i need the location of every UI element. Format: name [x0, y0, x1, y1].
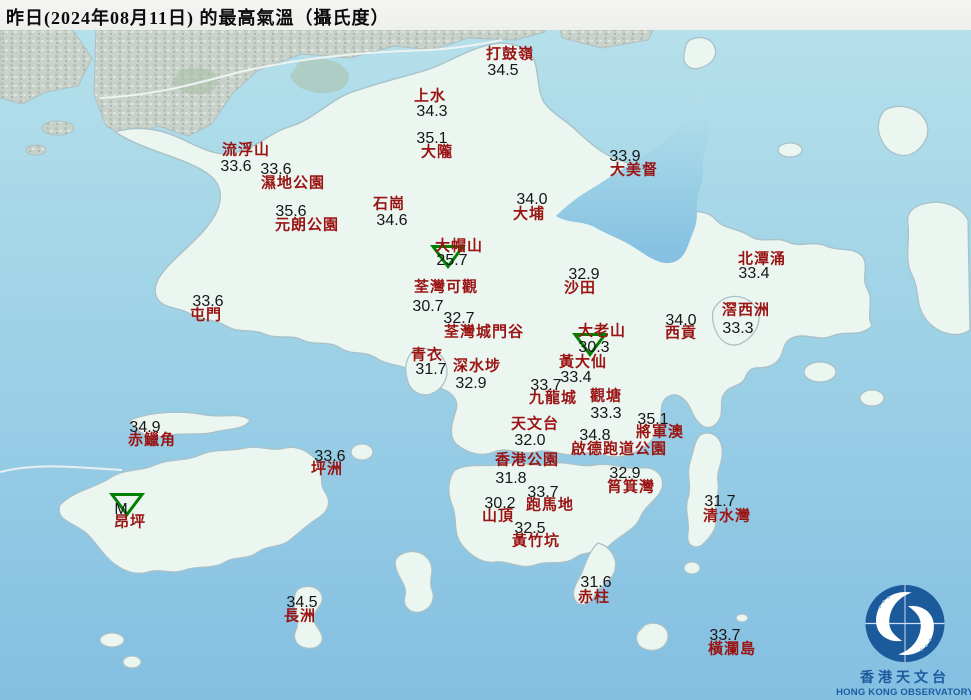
peng-chau-island	[350, 443, 374, 461]
station-name-label: 青衣	[410, 347, 444, 364]
station-name-label: 黃竹坑	[511, 533, 561, 550]
station-name-label: 清水灣	[702, 508, 752, 525]
station-name-label: 西貢	[664, 325, 698, 342]
logo-name-zh: 香港天文台	[860, 671, 950, 686]
station-value: 34.5	[487, 62, 519, 79]
station-name-label: 觀塘	[589, 388, 623, 405]
hko-logo: 香港天文台 HONG KONG OBSERVATORY	[836, 584, 971, 698]
station-value: 33.3	[590, 405, 622, 422]
station-name-label: 大老山	[577, 323, 627, 340]
station-value: 34.3	[416, 103, 448, 120]
station-value: 31.7	[415, 361, 447, 378]
hong-kong-map	[0, 25, 971, 700]
station-name-label: 天文台	[510, 416, 560, 433]
station-name-label: 黃大仙	[558, 354, 608, 371]
station-value: 33.6	[220, 158, 252, 175]
station-name-label: 啟德跑道公園	[570, 441, 668, 458]
waglan-islet	[735, 613, 749, 623]
page-title: 昨日(2024年08月11日) 的最高氣溫（攝氏度）	[6, 8, 390, 28]
station-name-label: 荃灣可觀	[413, 279, 479, 296]
logo-name-en: HONG KONG OBSERVATORY	[836, 687, 971, 698]
station-name-label: 坪洲	[310, 461, 344, 478]
station-name-label: 筲箕灣	[606, 479, 656, 496]
station-name-label: 流浮山	[221, 142, 271, 159]
station-name-label: 石崗	[372, 196, 406, 213]
station-value: 32.0	[514, 432, 546, 449]
station-name-label: 上水	[413, 88, 447, 105]
station-name-label: 屯門	[189, 307, 223, 324]
station-name-label: 山頂	[481, 508, 515, 525]
station-name-label: 深水埗	[452, 358, 502, 375]
station-name-label: 元朗公園	[274, 217, 340, 234]
station-name-label: 橫瀾島	[707, 641, 757, 658]
station-value: 33.3	[722, 320, 754, 337]
station-name-label: 大隴	[420, 144, 454, 161]
station-value: 33.4	[560, 369, 592, 386]
station-name-label: 濕地公園	[260, 175, 326, 192]
station-value: 30.7	[412, 298, 444, 315]
station-name-label: 將軍澳	[635, 424, 685, 441]
station-name-label: 昂坪	[113, 514, 147, 531]
station-name-label: 北潭涌	[737, 251, 787, 268]
station-name-label: 大美督	[609, 162, 659, 179]
station-value: 33.4	[738, 265, 770, 282]
station-name-label: 荃灣城門谷	[443, 324, 525, 341]
station-value: 34.6	[376, 212, 408, 229]
station-name-label: 打鼓嶺	[485, 46, 535, 63]
hko-temperature-map: 昨日(2024年08月11日) 的最高氣溫（攝氏度） 34.5 打鼓嶺 34.3 上水…	[0, 0, 971, 700]
station-name-label: 滘西洲	[721, 302, 771, 319]
hko-emblem-icon	[865, 584, 945, 663]
station-name-label: 赤鱲角	[127, 432, 177, 449]
station-name-label: 大埔	[512, 206, 546, 223]
station-value: 32.9	[455, 375, 487, 392]
station-value: 31.8	[495, 470, 527, 487]
station-name-label: 長洲	[283, 608, 317, 625]
station-name-label: 九龍城	[528, 390, 578, 407]
station-name-label: 跑馬地	[525, 497, 575, 514]
station-name-label: 大帽山	[434, 238, 484, 255]
station-name-label: 赤柱	[577, 589, 611, 606]
station-name-label: 沙田	[563, 280, 597, 297]
station-name-label: 香港公園	[494, 452, 560, 469]
station-value: 25.7	[436, 252, 468, 269]
